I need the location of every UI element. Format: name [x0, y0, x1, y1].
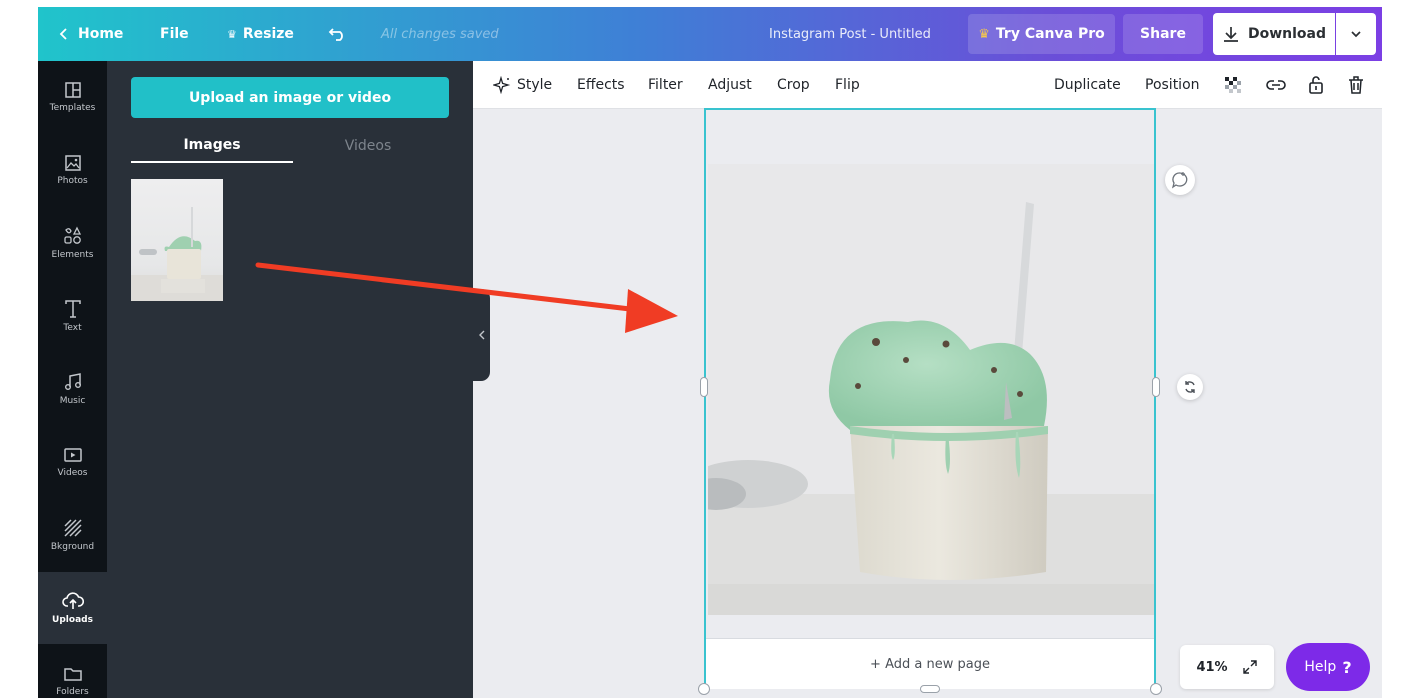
rail-label: Folders [56, 687, 89, 697]
text-icon [64, 300, 81, 318]
download-label: Download [1247, 26, 1327, 42]
tab-images[interactable]: Images [131, 129, 293, 163]
ice-cream-image [708, 164, 1154, 615]
rail-item-folders[interactable]: Folders [38, 645, 107, 698]
resize-handle-left[interactable] [700, 377, 708, 397]
style-label: Style [517, 77, 553, 93]
help-question-mark: ? [1342, 657, 1352, 677]
filter-button[interactable]: Filter [648, 61, 683, 109]
undo-icon [328, 28, 343, 41]
zoom-control[interactable]: 41% [1180, 645, 1274, 689]
uploads-icon [61, 592, 84, 609]
rail-label: Templates [49, 103, 96, 113]
link-button[interactable] [1265, 61, 1287, 109]
try-pro-button[interactable]: ♛ Try Canva Pro [968, 14, 1115, 54]
add-new-page-button[interactable]: + Add a new page [706, 638, 1154, 689]
uploaded-image-thumbnail[interactable] [131, 179, 223, 301]
adjust-button[interactable]: Adjust [708, 61, 752, 109]
rail-item-photos[interactable]: Photos [38, 134, 107, 206]
resize-handle-bottom[interactable] [920, 685, 940, 693]
comment-button[interactable] [1165, 165, 1195, 195]
sparkle-icon [493, 76, 511, 94]
crown-icon: ♛ [978, 26, 990, 42]
home-button[interactable]: Home [58, 7, 123, 61]
rotate-button[interactable] [1177, 374, 1203, 400]
home-label: Home [78, 26, 124, 42]
uploads-panel: Upload an image or video Images Videos [107, 61, 473, 698]
left-rail: Templates Photos Elements Text Music Vid… [38, 61, 107, 698]
elements-icon [63, 226, 81, 244]
rail-label: Uploads [52, 615, 93, 625]
try-pro-label: Try Canva Pro [995, 26, 1105, 42]
videos-icon [63, 448, 82, 462]
file-menu[interactable]: File [160, 7, 189, 61]
resize-handle-bottom-left[interactable] [698, 683, 710, 695]
rail-label: Photos [57, 176, 88, 186]
chevron-down-icon [1351, 31, 1361, 38]
undo-button[interactable] [328, 7, 348, 61]
file-label: File [160, 26, 189, 42]
zoom-level: 41% [1196, 659, 1228, 675]
canva-editor: Home File ♛ Resize All changes saved Ins… [38, 7, 1382, 698]
crown-icon: ♛ [227, 27, 237, 41]
rail-label: Elements [51, 250, 94, 260]
rail-item-videos[interactable]: Videos [38, 426, 107, 498]
top-bar: Home File ♛ Resize All changes saved Ins… [38, 7, 1382, 61]
collapse-panel-button[interactable] [473, 289, 490, 381]
image-toolbar: Style Effects Filter Adjust Crop Flip Du… [473, 61, 1382, 109]
effects-button[interactable]: Effects [577, 61, 625, 109]
lock-button[interactable] [1307, 61, 1325, 109]
trash-icon [1349, 76, 1363, 94]
help-button[interactable]: Help ? [1286, 643, 1370, 691]
download-options-button[interactable] [1336, 13, 1376, 55]
document-title[interactable]: Instagram Post - Untitled [769, 7, 931, 61]
resize-button[interactable]: ♛ Resize [227, 7, 294, 61]
flip-button[interactable]: Flip [835, 61, 860, 109]
comment-icon [1171, 172, 1188, 189]
rail-item-music[interactable]: Music [38, 353, 107, 425]
delete-button[interactable] [1347, 61, 1365, 109]
transparency-icon [1225, 77, 1241, 93]
link-icon [1266, 80, 1286, 90]
rail-item-elements[interactable]: Elements [38, 207, 107, 279]
chevron-left-icon [59, 28, 67, 40]
resize-label: Resize [242, 26, 294, 42]
download-button[interactable]: Download [1213, 13, 1335, 55]
duplicate-button[interactable]: Duplicate [1054, 61, 1121, 109]
rail-item-text[interactable]: Text [38, 280, 107, 352]
photos-icon [64, 155, 81, 171]
rail-label: Text [63, 323, 82, 333]
transparency-button[interactable] [1223, 61, 1243, 109]
chevron-left-icon [478, 330, 484, 340]
templates-icon [64, 82, 81, 98]
style-button[interactable]: Style [493, 61, 552, 109]
crop-button[interactable]: Crop [777, 61, 810, 109]
help-label: Help [1304, 659, 1337, 675]
share-button[interactable]: Share [1123, 14, 1203, 54]
save-status: All changes saved [381, 26, 499, 42]
design-page[interactable]: + Add a new page [704, 108, 1156, 689]
rail-item-uploads[interactable]: Uploads [38, 572, 107, 644]
rotate-icon [1185, 381, 1195, 393]
music-icon [64, 373, 81, 390]
lock-icon [1309, 76, 1323, 94]
rail-label: Videos [57, 468, 88, 478]
rail-label: Music [59, 396, 86, 406]
resize-handle-right[interactable] [1152, 377, 1160, 397]
upload-media-button[interactable]: Upload an image or video [131, 77, 449, 118]
rail-label: Bkground [50, 542, 95, 552]
resize-handle-bottom-right[interactable] [1150, 683, 1162, 695]
tab-videos[interactable]: Videos [287, 129, 449, 163]
rail-item-templates[interactable]: Templates [38, 61, 107, 133]
ice-cream-thumbnail-image [131, 207, 223, 301]
rail-item-background[interactable]: Bkground [38, 499, 107, 571]
share-label: Share [1140, 26, 1186, 42]
download-icon [1223, 27, 1238, 42]
position-button[interactable]: Position [1145, 61, 1200, 109]
ice-cream-photo[interactable] [708, 164, 1154, 615]
folders-icon [63, 668, 82, 681]
background-icon [63, 519, 82, 537]
fullscreen-icon[interactable] [1242, 659, 1258, 675]
